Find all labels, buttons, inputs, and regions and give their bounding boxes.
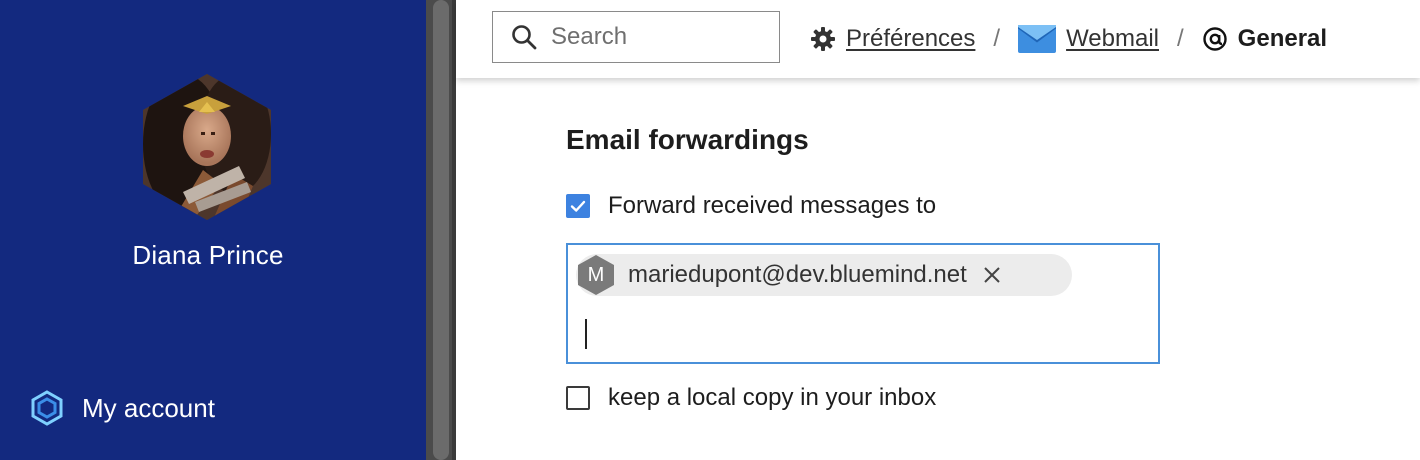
user-name: Diana Prince: [132, 240, 284, 270]
recipient-email: mariedupont@dev.bluemind.net: [628, 261, 967, 288]
panel-divider-handle[interactable]: [433, 0, 449, 460]
forward-option[interactable]: Forward received messages to: [566, 192, 936, 220]
breadcrumb-label-general: General: [1237, 25, 1328, 52]
settings-content: Email forwardings Forward received messa…: [456, 78, 1420, 460]
breadcrumb-item-general: General: [1202, 25, 1327, 53]
search-box[interactable]: [492, 11, 780, 63]
section-title: Email forwardings: [566, 124, 809, 155]
breadcrumb-item-webmail[interactable]: Webmail: [1018, 25, 1159, 53]
my-account-label: My account: [82, 392, 215, 423]
envelope-icon: [1018, 25, 1057, 53]
breadcrumb-label-preferences[interactable]: Préférences: [846, 25, 975, 53]
avatar[interactable]: [143, 74, 271, 220]
search-input[interactable]: [551, 23, 751, 51]
keep-copy-label: keep a local copy in your inbox: [608, 384, 937, 411]
close-icon: [984, 267, 1000, 283]
sidebar: Diana Prince My account: [0, 0, 426, 460]
search-icon: [511, 24, 537, 50]
at-sign-icon: [1202, 26, 1228, 52]
keep-copy-checkbox[interactable]: [566, 386, 590, 410]
breadcrumb-label-webmail[interactable]: Webmail: [1066, 25, 1159, 53]
header: Préférences / Webmail / Genera: [456, 0, 1420, 78]
forward-checkbox[interactable]: [566, 194, 590, 218]
contact-avatar: M: [576, 254, 616, 296]
breadcrumb-item-preferences[interactable]: Préférences: [810, 25, 975, 53]
breadcrumb-separator: /: [1177, 25, 1184, 52]
forward-label: Forward received messages to: [608, 192, 937, 219]
text-caret: [585, 319, 587, 349]
checkmark-icon: [570, 200, 586, 212]
breadcrumb-separator: /: [993, 25, 1001, 52]
breadcrumb: Préférences / Webmail / General: [810, 18, 1327, 60]
contact-initial: M: [587, 263, 605, 286]
gear-icon: [810, 26, 836, 52]
bluemind-logo-icon: [28, 389, 66, 427]
recipients-input[interactable]: M mariedupont@dev.bluemind.net: [566, 243, 1160, 364]
recipient-chip[interactable]: M mariedupont@dev.bluemind.net: [576, 254, 1072, 296]
keep-copy-option[interactable]: keep a local copy in your inbox: [566, 384, 936, 412]
remove-recipient-button[interactable]: [983, 266, 1001, 284]
my-account-link[interactable]: My account: [28, 388, 215, 428]
